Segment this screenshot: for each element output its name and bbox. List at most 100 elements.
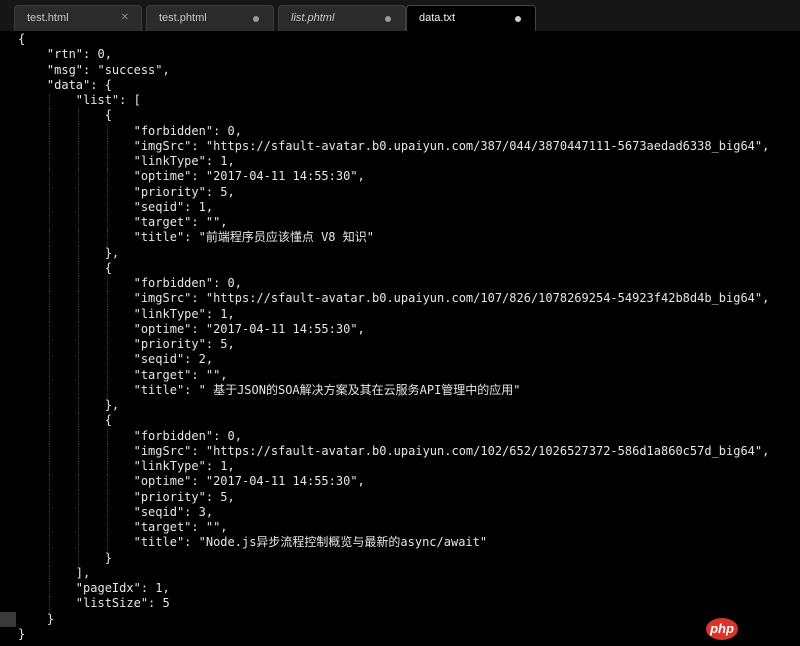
line-number xyxy=(0,459,4,474)
code-line[interactable]: "optime": "2017-04-11 14:55:30", xyxy=(18,474,800,490)
indent-guide xyxy=(77,230,79,246)
indent-guide xyxy=(48,489,50,505)
indent-guide xyxy=(48,138,50,154)
modified-dot-icon[interactable] xyxy=(515,16,521,22)
code-line[interactable]: ], xyxy=(18,565,800,581)
line-number xyxy=(0,535,4,550)
code-line[interactable]: "target": "", xyxy=(18,520,800,536)
modified-dot-icon[interactable] xyxy=(253,16,259,22)
indent-guide xyxy=(106,321,108,337)
indent-guide xyxy=(77,260,79,276)
code-line[interactable]: "linkType": 1, xyxy=(18,154,800,170)
indent-guide xyxy=(106,520,108,536)
code-line[interactable]: "title": "前端程序员应该懂点 V8 知识" xyxy=(18,230,800,246)
modified-dot-icon[interactable] xyxy=(385,16,391,22)
code-line[interactable]: "optime": "2017-04-11 14:55:30", xyxy=(18,169,800,185)
code-line[interactable]: { xyxy=(18,260,800,276)
code-editor[interactable]: { "rtn": 0, "msg": "success", "data": { … xyxy=(0,32,800,646)
line-number xyxy=(0,611,16,627)
code-area[interactable]: { "rtn": 0, "msg": "success", "data": { … xyxy=(18,32,800,642)
code-line[interactable]: "linkType": 1, xyxy=(18,459,800,475)
code-line[interactable]: }, xyxy=(18,398,800,414)
line-number xyxy=(0,337,4,352)
line-number xyxy=(0,596,4,611)
line-number xyxy=(0,352,4,367)
indent-guide xyxy=(106,443,108,459)
line-number xyxy=(0,307,4,322)
indent-guide xyxy=(48,169,50,185)
tab-test-html[interactable]: test.html ✕ xyxy=(14,5,142,31)
tab-bar: test.html ✕ test.phtml list.phtml data.t… xyxy=(0,0,800,32)
code-line[interactable]: "title": "Node.js异步流程控制概览与最新的async/await… xyxy=(18,535,800,551)
code-line[interactable]: } xyxy=(18,612,800,627)
code-line[interactable]: "pageIdx": 1, xyxy=(18,581,800,597)
line-number xyxy=(0,551,4,566)
indent-guide xyxy=(77,108,79,124)
code-line[interactable]: "target": "", xyxy=(18,215,800,231)
tab-label: data.txt xyxy=(419,12,456,24)
indent-guide xyxy=(48,596,50,612)
code-line[interactable]: } xyxy=(18,550,800,566)
line-number xyxy=(0,139,4,154)
indent-guide xyxy=(77,291,79,307)
tab-test-phtml[interactable]: test.phtml xyxy=(146,5,274,31)
close-icon[interactable]: ✕ xyxy=(121,6,129,30)
code-line[interactable]: "list": [ xyxy=(18,93,800,109)
code-line[interactable]: "priority": 5, xyxy=(18,489,800,505)
indent-guide xyxy=(48,565,50,581)
code-line[interactable]: "title": " 基于JSON的SOA解决方案及其在云服务API管理中的应用… xyxy=(18,382,800,398)
code-line[interactable]: "rtn": 0, xyxy=(18,47,800,62)
indent-guide xyxy=(77,367,79,383)
indent-guide xyxy=(48,352,50,368)
indent-guide xyxy=(77,184,79,200)
code-line[interactable]: "data": { xyxy=(18,78,800,93)
indent-guide xyxy=(48,291,50,307)
editor-window: test.html ✕ test.phtml list.phtml data.t… xyxy=(0,0,800,646)
code-line[interactable]: "imgSrc": "https://sfault-avatar.b0.upai… xyxy=(18,291,800,307)
line-number xyxy=(0,368,4,383)
indent-guide xyxy=(106,352,108,368)
indent-guide xyxy=(48,504,50,520)
indent-guide xyxy=(77,535,79,551)
line-number xyxy=(0,169,4,184)
code-line[interactable]: "forbidden": 0, xyxy=(18,428,800,444)
indent-guide xyxy=(106,382,108,398)
code-line[interactable]: }, xyxy=(18,245,800,261)
code-line[interactable]: "forbidden": 0, xyxy=(18,123,800,139)
code-line[interactable]: } xyxy=(18,627,800,642)
line-number xyxy=(0,627,4,642)
line-number xyxy=(0,215,4,230)
code-line[interactable]: "priority": 5, xyxy=(18,184,800,200)
indent-guide xyxy=(48,321,50,337)
line-number xyxy=(0,474,4,489)
tab-data-txt[interactable]: data.txt xyxy=(406,5,536,31)
indent-guide xyxy=(77,321,79,337)
code-line[interactable]: { xyxy=(18,32,800,47)
code-line[interactable]: "optime": "2017-04-11 14:55:30", xyxy=(18,321,800,337)
indent-guide xyxy=(48,535,50,551)
indent-guide xyxy=(48,93,50,109)
code-line[interactable]: "priority": 5, xyxy=(18,337,800,353)
line-number xyxy=(0,246,4,261)
code-line[interactable]: { xyxy=(18,108,800,124)
code-line[interactable]: "seqid": 2, xyxy=(18,352,800,368)
code-line[interactable]: { xyxy=(18,413,800,429)
code-line[interactable]: "target": "", xyxy=(18,367,800,383)
code-line[interactable]: "forbidden": 0, xyxy=(18,276,800,292)
indent-guide xyxy=(77,428,79,444)
code-line[interactable]: "imgSrc": "https://sfault-avatar.b0.upai… xyxy=(18,138,800,154)
tab-list-phtml[interactable]: list.phtml xyxy=(278,5,406,31)
line-number xyxy=(0,154,4,169)
indent-guide xyxy=(106,230,108,246)
code-line[interactable]: "seqid": 1, xyxy=(18,199,800,215)
code-line[interactable]: "imgSrc": "https://sfault-avatar.b0.upai… xyxy=(18,443,800,459)
code-line[interactable]: "linkType": 1, xyxy=(18,306,800,322)
code-line[interactable]: "listSize": 5 xyxy=(18,596,800,612)
indent-guide xyxy=(106,291,108,307)
line-number xyxy=(0,108,4,123)
indent-guide xyxy=(48,443,50,459)
line-gutter xyxy=(0,32,16,646)
code-line[interactable]: "seqid": 3, xyxy=(18,504,800,520)
code-line[interactable]: "msg": "success", xyxy=(18,63,800,78)
line-number xyxy=(0,429,4,444)
